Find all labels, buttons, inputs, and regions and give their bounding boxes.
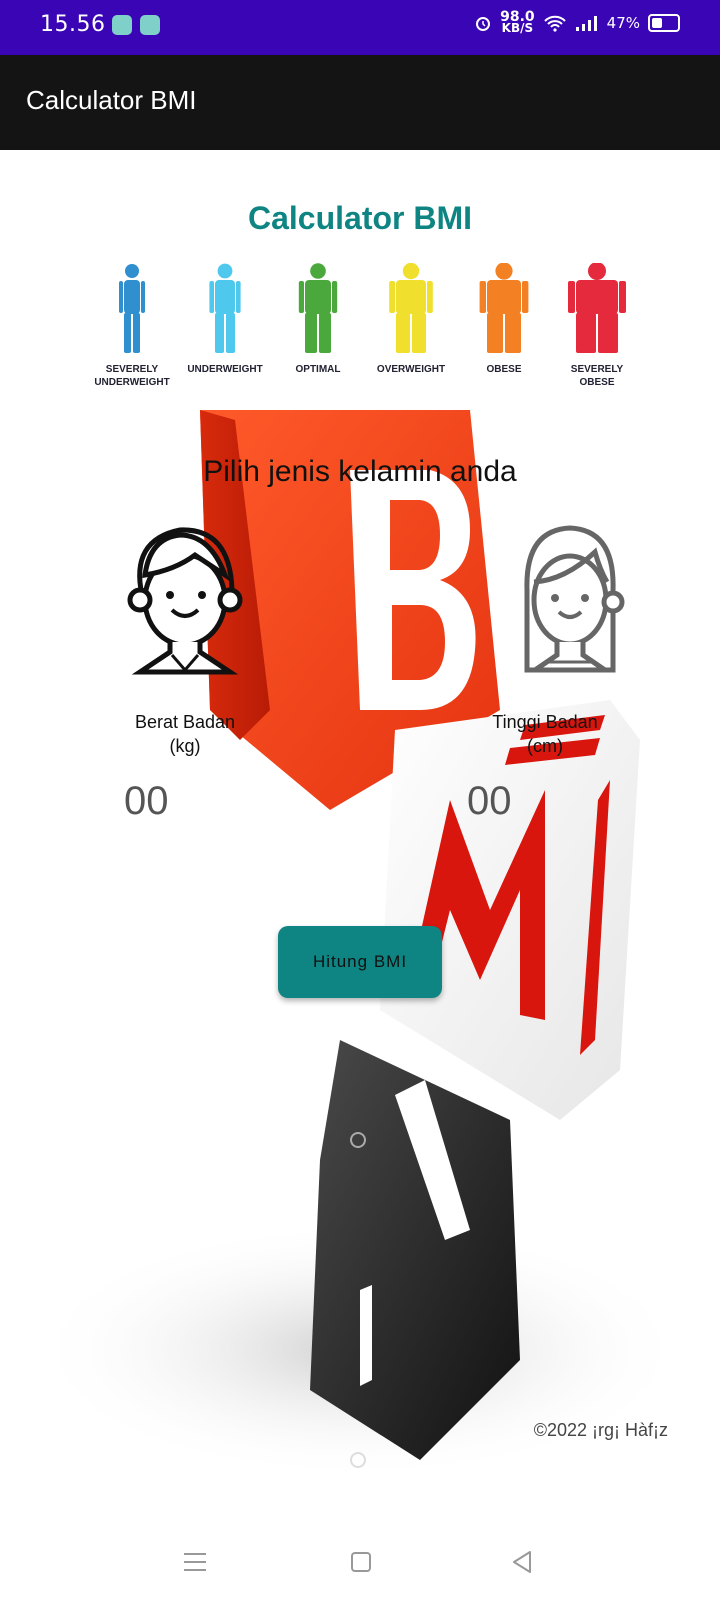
- weight-input[interactable]: [122, 770, 246, 832]
- bmi-category-label: OVERWEIGHT: [366, 363, 456, 376]
- main-content: Calculator BMI SEVERELY UNDERWEIGHT UNDERW…: [0, 150, 720, 1525]
- gender-prompt: Pilih jenis kelamin anda: [203, 455, 517, 488]
- bmi-category-label: OBESE: [459, 363, 549, 376]
- height-label: Tinggi Badan (cm): [492, 712, 598, 756]
- bmi-category-label-line1: OVERWEIGHT: [376, 364, 446, 375]
- signal-icon: [575, 16, 597, 31]
- bmi-category-label-line1: OBESE: [486, 364, 522, 375]
- home-icon[interactable]: [346, 1547, 376, 1577]
- app-bar: Calculator BMI: [0, 55, 720, 150]
- weight-label: Berat Badan (kg): [134, 712, 236, 756]
- bmi-figure-severely-obese: SEVERELY OBESE: [552, 263, 642, 389]
- system-nav-bar: [0, 1525, 720, 1600]
- status-time: 15.56: [40, 12, 106, 37]
- person-silhouette-icon: [479, 263, 529, 353]
- person-silhouette-icon: [119, 264, 145, 353]
- bmi-category-label: SEVERELY OBESE: [552, 363, 642, 389]
- battery-percent: 47%: [606, 14, 640, 32]
- person-silhouette-icon: [568, 263, 626, 353]
- status-bar: 15.56 98.0 KB/S 47%: [0, 0, 720, 55]
- alarm-icon: [476, 17, 491, 31]
- bmi-figure-severely-underweight: SEVERELY UNDERWEIGHT: [87, 263, 177, 389]
- status-icons: 98.0 KB/S 47%: [474, 9, 680, 35]
- bmi-category-label-line1: OPTIMAL: [295, 364, 341, 375]
- female-avatar-button[interactable]: [505, 510, 635, 680]
- recent-apps-icon[interactable]: [180, 1547, 210, 1577]
- wifi-icon: [543, 15, 566, 32]
- bmi-figure-obese: OBESE: [459, 263, 549, 376]
- bmi-category-label-line1: SEVERELY: [570, 364, 624, 375]
- notification-icon: [112, 15, 132, 35]
- person-silhouette-icon: [389, 263, 433, 353]
- chat-notification-icon: [140, 15, 160, 35]
- bmi-figure-underweight: UNDERWEIGHT: [180, 263, 270, 376]
- male-face-icon: [127, 527, 243, 675]
- bmi-category-label: UNDERWEIGHT: [180, 363, 270, 376]
- bmi-category-label-line1: UNDERWEIGHT: [187, 364, 263, 375]
- person-silhouette-icon: [209, 263, 241, 353]
- calculate-bmi-button[interactable]: Hitung BMI: [278, 926, 442, 998]
- bmi-category-label-line2: OBESE: [579, 377, 615, 388]
- bmi-category-label: SEVERELY UNDERWEIGHT: [87, 363, 177, 389]
- person-silhouette-icon: [298, 263, 338, 353]
- height-input[interactable]: [465, 770, 589, 832]
- copyright-text: ©2022 ¡rg¡ Hàf¡z: [533, 1420, 668, 1440]
- back-icon[interactable]: [508, 1547, 538, 1577]
- page-heading: Calculator BMI: [247, 200, 473, 236]
- bmi-category-chart: SEVERELY UNDERWEIGHT UNDERWEIGHT OPTIMAL OVE…: [90, 245, 630, 405]
- bmi-category-label-line1: SEVERELY: [105, 364, 159, 375]
- bmi-figure-overweight: OVERWEIGHT: [366, 263, 456, 376]
- bmi-figure-optimal: OPTIMAL: [273, 263, 363, 376]
- battery-icon: [648, 14, 680, 32]
- bmi-category-label: OPTIMAL: [273, 363, 363, 376]
- app-bar-title: Calculator BMI: [26, 85, 197, 115]
- female-face-icon: [524, 525, 625, 673]
- network-speed: 98.0 KB/S: [500, 9, 535, 35]
- bmi-category-label-line2: UNDERWEIGHT: [94, 377, 170, 388]
- male-avatar-button[interactable]: [120, 510, 250, 680]
